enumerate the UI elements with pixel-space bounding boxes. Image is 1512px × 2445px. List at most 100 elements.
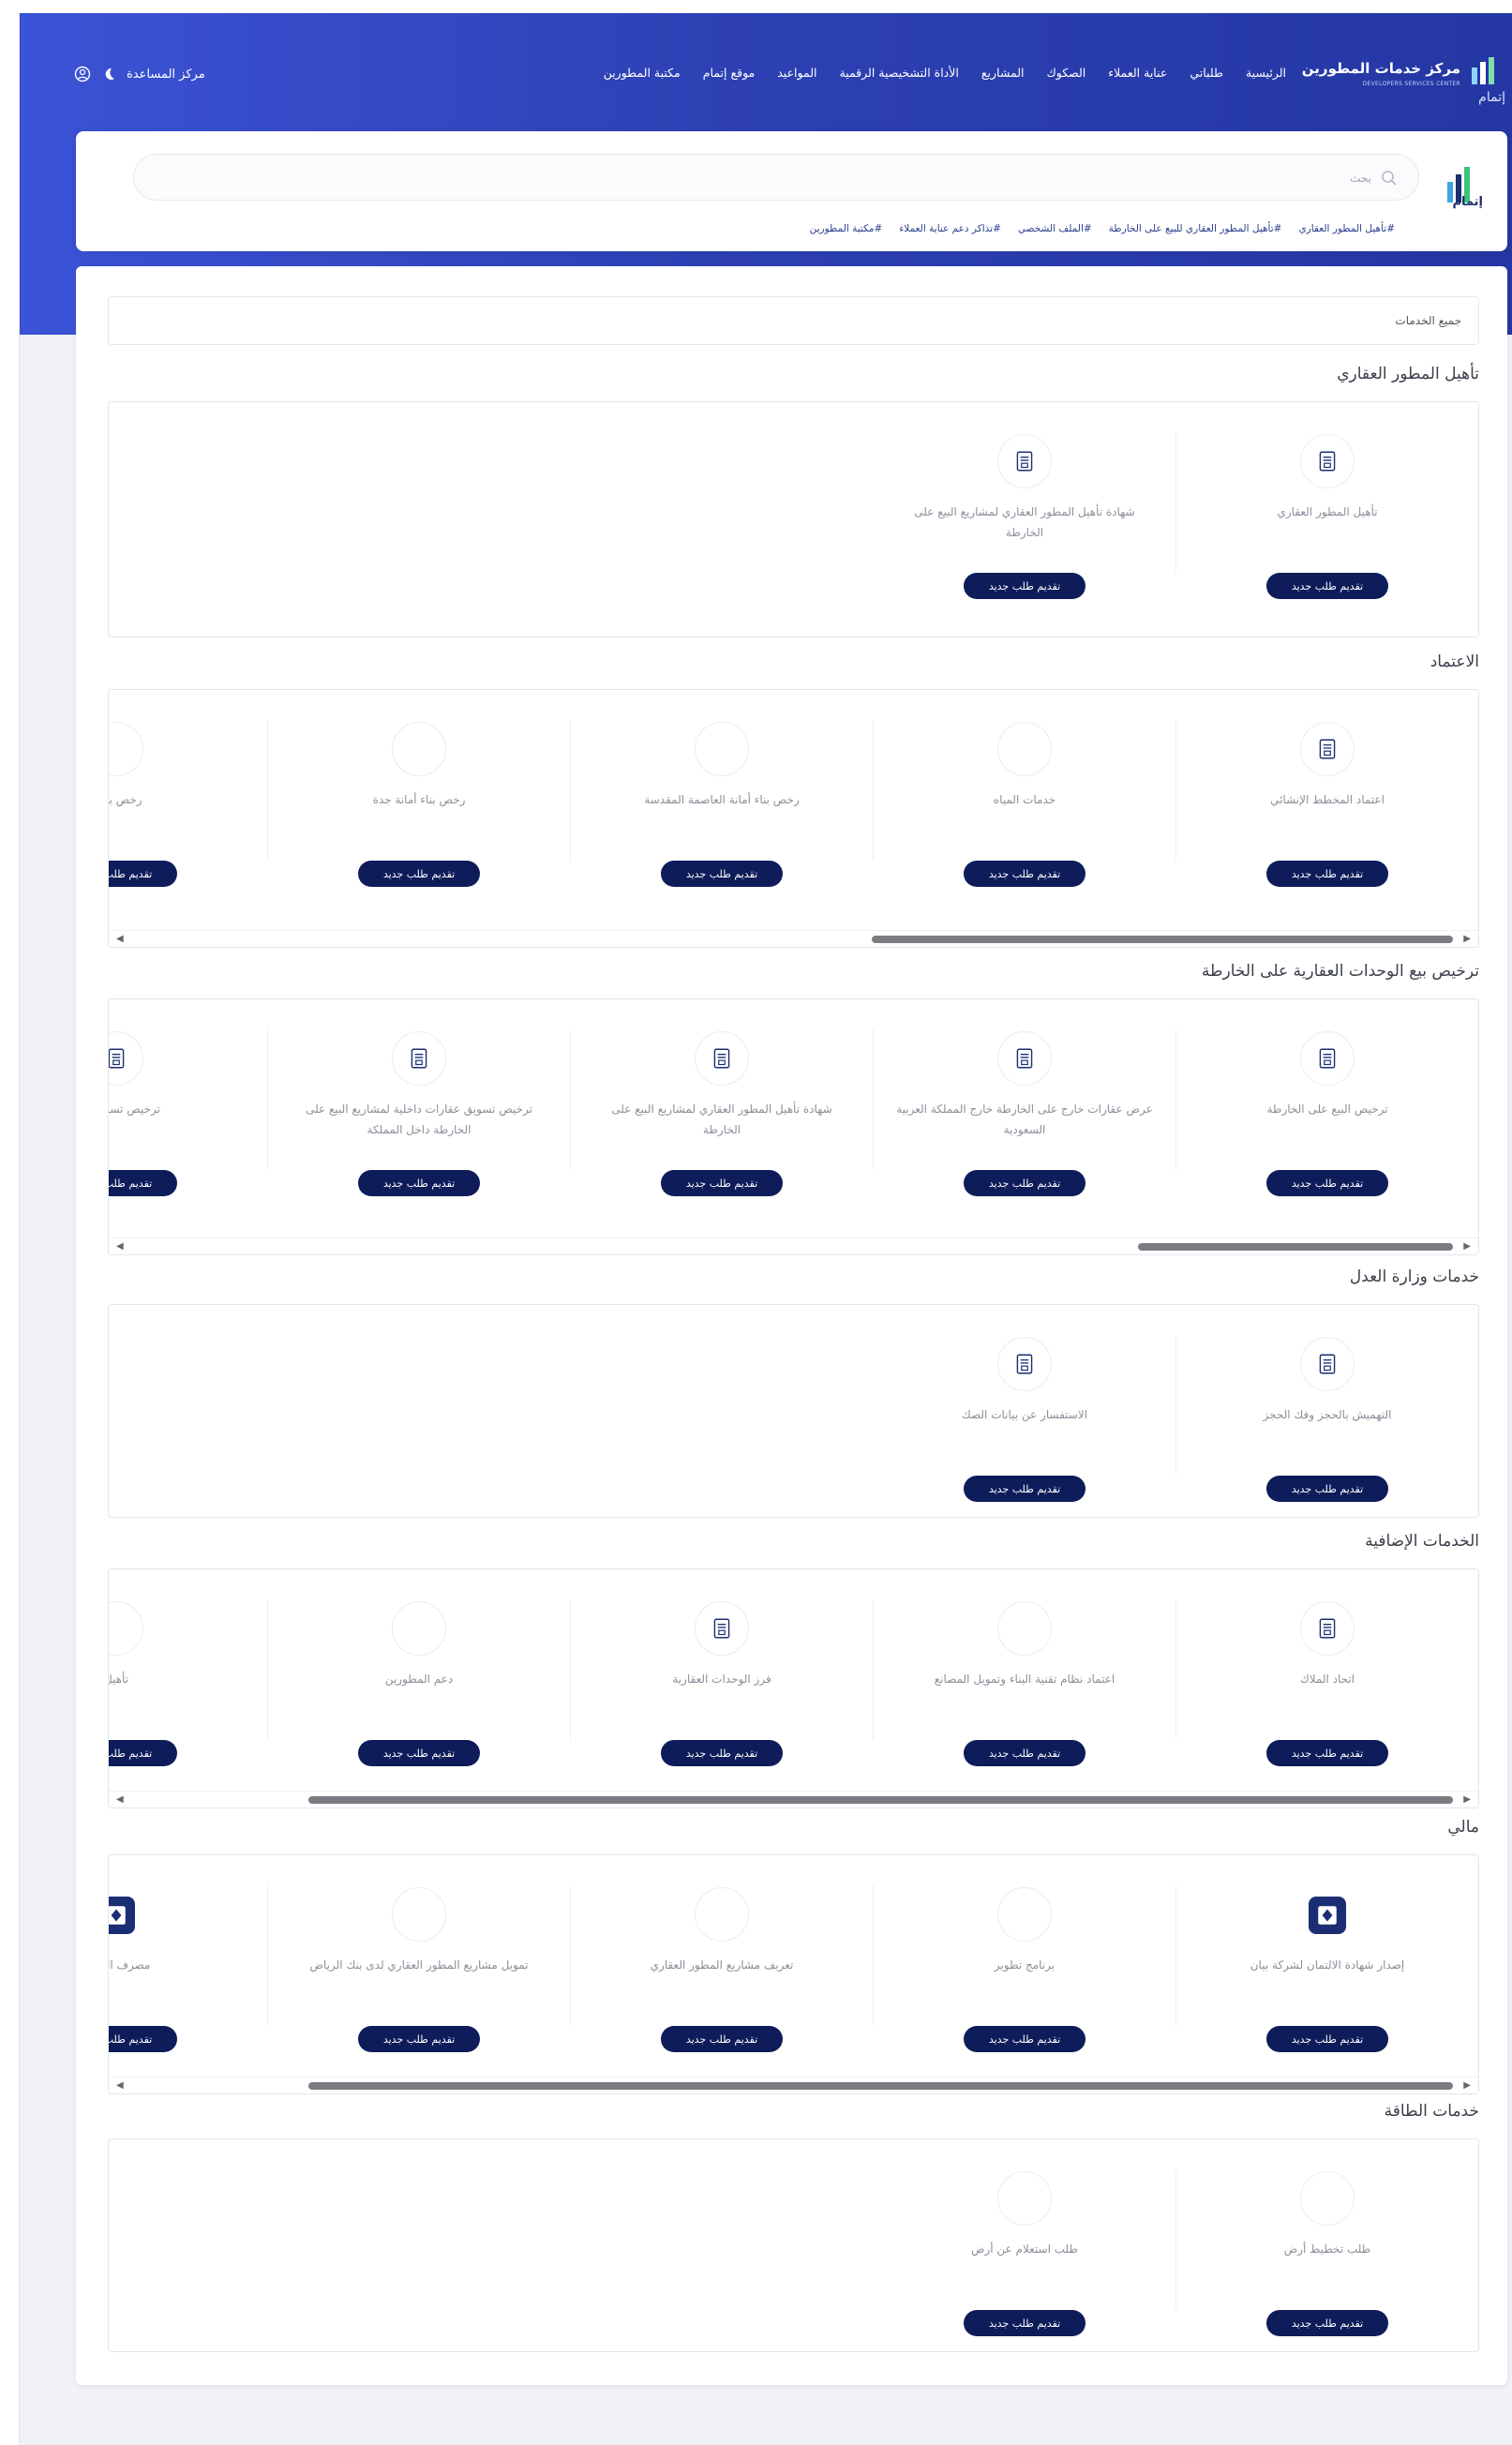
new-request-button[interactable]: تقديم طلب جديد (1266, 2026, 1388, 2052)
scroll-left-arrow-icon[interactable]: ◀ (116, 2080, 124, 2091)
top-nav: مركز خدمات المطورين DEVELOPERS SERVICES … (20, 13, 1512, 135)
service-name: تأهيل المطور العقاري (1277, 505, 1378, 518)
service-card[interactable]: فرز الوحدات العقارية تقديم طلب جديد (571, 1569, 873, 1791)
new-request-button[interactable]: تقديم طلب جديد (109, 861, 177, 887)
service-card[interactable]: برنامج تطوير تقديم طلب جديد (874, 1855, 1175, 2077)
scrollbar-thumb[interactable] (872, 936, 1453, 943)
service-card[interactable]: اتحاد الملاك تقديم طلب جديد (1176, 1569, 1478, 1791)
nav-customer-care[interactable]: عناية العملاء (1097, 66, 1178, 80)
new-request-button[interactable]: تقديم طلب جديد (1266, 1476, 1388, 1502)
service-card[interactable]: تمويل مشاريع المطور العقاري لدى بنك الري… (268, 1855, 570, 2077)
new-request-button[interactable]: تقديم طلب جديد (1266, 861, 1388, 887)
service-card[interactable]: ترخيص تسويق عقا تقديم طلب جديد (109, 999, 267, 1238)
new-request-button[interactable]: تقديم طلب جديد (1266, 1740, 1388, 1766)
scroll-right-arrow-icon[interactable]: ▶ (1463, 1241, 1471, 1252)
nav-home[interactable]: الرئيسية (1235, 66, 1297, 80)
service-card[interactable]: عرض عقارات خارج على الخارطة خارج المملكة… (874, 999, 1175, 1238)
new-request-button[interactable]: تقديم طلب جديد (1266, 573, 1388, 599)
help-center-link[interactable]: مركز المساعدة (127, 68, 205, 82)
new-request-button[interactable]: تقديم طلب جديد (109, 1740, 177, 1766)
service-card[interactable]: تأهيل تقديم طلب جديد (109, 1569, 267, 1791)
horizontal-scrollbar[interactable]: ◀ ▶ (109, 930, 1478, 947)
new-request-button[interactable]: تقديم طلب جديد (964, 2026, 1085, 2052)
service-card[interactable]: التهميش بالحجز وفك الحجز تقديم طلب جديد (1176, 1305, 1478, 1502)
scrollbar-thumb[interactable] (308, 1796, 1453, 1804)
quick-link-support-tickets[interactable]: #تذاكر دعم عناية العملاء (899, 223, 1001, 234)
search-input[interactable] (172, 164, 1371, 192)
scroll-right-arrow-icon[interactable]: ▶ (1463, 2080, 1471, 2091)
service-card[interactable]: مصرف الوحدة تقديم طلب جديد (109, 1855, 267, 2077)
service-name: اعتماد المخطط الإنشائي (1270, 793, 1385, 806)
service-card[interactable]: تأهيل المطور العقاري تقديم طلب جديد (1176, 402, 1478, 620)
nav-projects[interactable]: المشاريع (970, 66, 1036, 80)
horizontal-scrollbar[interactable]: ◀ ▶ (109, 1238, 1478, 1254)
new-request-button[interactable]: تقديم طلب جديد (964, 573, 1085, 599)
new-request-button[interactable]: تقديم طلب جديد (964, 1170, 1085, 1196)
quick-link-profile[interactable]: #الملف الشخصي (1018, 223, 1092, 234)
scroll-left-arrow-icon[interactable]: ◀ (116, 1241, 124, 1252)
new-request-button[interactable]: تقديم طلب جديد (661, 1740, 783, 1766)
service-card[interactable]: رخص بناء أمانة العاصمة المقدسة تقديم طلب … (571, 690, 873, 930)
service-card[interactable]: الاستفسار عن بيانات الصك تقديم طلب جديد (874, 1305, 1175, 1502)
nav-appointments[interactable]: المواعيد (766, 66, 828, 80)
scroll-right-arrow-icon[interactable]: ▶ (1463, 1794, 1471, 1805)
service-card[interactable]: إصدار شهادة الالتمان لشركة بيان تقديم طلب… (1176, 1855, 1478, 2077)
service-card[interactable]: تعريف مشاريع المطور العقاري تقديم طلب جدي… (571, 1855, 873, 2077)
new-request-button[interactable]: تقديم طلب جديد (964, 1740, 1085, 1766)
new-request-button[interactable]: تقديم طلب جديد (358, 861, 480, 887)
service-card[interactable]: ترخيص البيع على الخارطة تقديم طلب جديد (1176, 999, 1478, 1238)
scrollbar-thumb[interactable] (1138, 1243, 1453, 1251)
service-card[interactable]: رخص بناء أمانة جدة تقديم طلب جديد (268, 690, 570, 930)
new-request-button[interactable]: تقديم طلب جديد (964, 1476, 1085, 1502)
developer-support-icon (392, 1601, 446, 1656)
horizontal-scrollbar[interactable]: ◀ ▶ (109, 2077, 1478, 2093)
scrollbar-thumb[interactable] (308, 2082, 1453, 2090)
new-request-button[interactable]: تقديم طلب جديد (964, 2310, 1085, 2336)
moon-icon[interactable] (100, 66, 117, 82)
nav-deeds[interactable]: الصكوك (1035, 66, 1097, 80)
scroll-left-arrow-icon[interactable]: ◀ (116, 1794, 124, 1805)
owners-union-icon (1300, 1601, 1355, 1656)
qualification-icon (109, 1601, 143, 1656)
nav-diagnostic-tool[interactable]: الأداة التشخيصية الرقمية (828, 66, 969, 80)
service-card[interactable]: اعتماد نظام تقنية البناء وتمويل المصانع ت… (874, 1569, 1175, 1791)
certificate-icon (997, 434, 1052, 488)
nav-developers-library[interactable]: مكتبة المطورين (592, 66, 692, 80)
new-request-button[interactable]: تقديم طلب جديد (964, 861, 1085, 887)
new-request-button[interactable]: تقديم طلب جديد (661, 2026, 783, 2052)
service-card[interactable]: رخص بناء أ تقديم طلب جديد (109, 690, 267, 930)
service-card[interactable]: خدمات المياه تقديم طلب جديد (874, 690, 1175, 930)
section-cards: اتحاد الملاك تقديم طلب جديد اعتماد نظام تق… (108, 1568, 1479, 1808)
quick-link-developers-library[interactable]: #مكتبة المطورين (810, 223, 883, 234)
service-card[interactable]: اعتماد المخطط الإنشائي تقديم طلب جديد (1176, 690, 1478, 930)
service-card[interactable]: طلب تخطيط أرض تقديم طلب جديد (1176, 2139, 1478, 2336)
scroll-left-arrow-icon[interactable]: ◀ (116, 934, 124, 944)
new-request-button[interactable]: تقديم طلب جديد (1266, 2310, 1388, 2336)
new-request-button[interactable]: تقديم طلب جديد (109, 1170, 177, 1196)
service-name: فرز الوحدات العقارية (672, 1672, 771, 1686)
services-filter-select[interactable]: جميع الخدمات (108, 296, 1479, 345)
new-request-button[interactable]: تقديم طلب جديد (358, 2026, 480, 2052)
quick-link-offplan-qualification[interactable]: #تأهيل المطور العقاري للبيع على الخارطة (1109, 223, 1282, 234)
new-request-button[interactable]: تقديم طلب جديد (1266, 1170, 1388, 1196)
user-icon[interactable] (74, 66, 91, 82)
new-request-button[interactable]: تقديم طلب جديد (109, 2026, 177, 2052)
nav-etmam-site[interactable]: موقع إتمام (692, 66, 766, 80)
quick-link-developer-qualification[interactable]: #تأهيل المطور العقاري (1298, 223, 1395, 234)
new-request-button[interactable]: تقديم طلب جديد (661, 861, 783, 887)
services-filter-label: جميع الخدمات (1395, 314, 1461, 327)
new-request-button[interactable]: تقديم طلب جديد (661, 1170, 783, 1196)
service-card[interactable]: ترخيص تسويق عقارات داخلية لمشاريع البيع … (268, 999, 570, 1238)
nav-my-requests[interactable]: طلباتي (1178, 66, 1235, 80)
new-request-button[interactable]: تقديم طلب جديد (358, 1170, 480, 1196)
scroll-right-arrow-icon[interactable]: ▶ (1463, 934, 1471, 944)
search-icon[interactable] (1381, 170, 1398, 187)
service-card[interactable]: طلب استعلام عن أرض تقديم طلب جديد (874, 2139, 1175, 2336)
service-card[interactable]: دعم المطورين تقديم طلب جديد (268, 1569, 570, 1791)
brand[interactable]: مركز خدمات المطورين DEVELOPERS SERVICES … (1302, 51, 1512, 107)
horizontal-scrollbar[interactable]: ◀ ▶ (109, 1791, 1478, 1808)
service-card[interactable]: شهادة تأهيل المطور العقاري لمشاريع البيع… (571, 999, 873, 1238)
new-request-button[interactable]: تقديم طلب جديد (358, 1740, 480, 1766)
service-card[interactable]: شهادة تأهيل المطور العقاري لمشاريع البيع… (874, 402, 1175, 620)
service-name: الاستفسار عن بيانات الصك (961, 1408, 1088, 1421)
